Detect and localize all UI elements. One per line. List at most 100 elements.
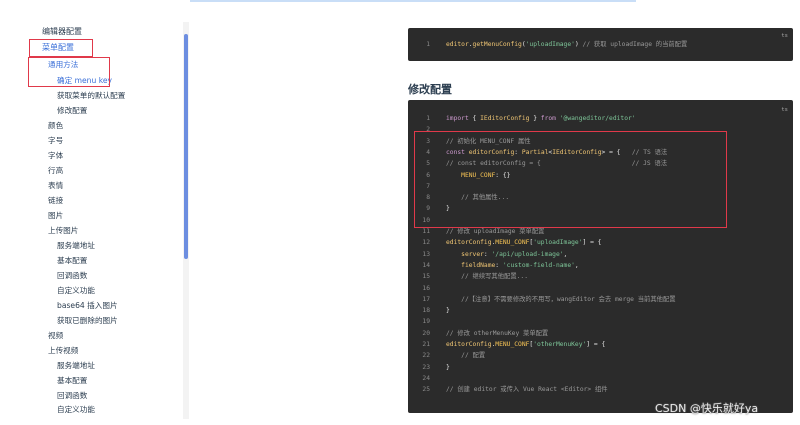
code-token: editor [446, 41, 469, 48]
code-text: } [446, 305, 450, 316]
code-text: // 继续写其他配置... [446, 271, 528, 282]
code-token: 'uploadImage' [525, 41, 575, 48]
watermark: CSDN @快乐就好ya [655, 402, 759, 415]
code-text: //【注意】不需要修改的不用写，wangEditor 会去 merge 当前其他… [446, 294, 676, 305]
code-token: MENU_CONF [495, 239, 530, 247]
code-token: getMenuConfig [472, 41, 522, 48]
sidebar-item[interactable]: 颜色 [48, 121, 63, 131]
sidebar-item[interactable]: 自定义功能 [57, 286, 95, 296]
sidebar-item[interactable]: 视频 [48, 331, 63, 341]
code-token: import [446, 115, 469, 122]
code-token: // 修改 otherMenuKey 菜单配置 [446, 329, 549, 337]
code-token: 'uploadImage' [533, 239, 583, 247]
highlight-box-init-config [414, 131, 727, 228]
code-token: } [446, 307, 450, 315]
sidebar-item[interactable]: 自定义功能 [57, 405, 95, 415]
sidebar-item[interactable]: 获取菜单的默认配置 [57, 91, 125, 101]
code-token: : [483, 250, 492, 258]
line-number: 1 [426, 41, 430, 48]
sidebar-item[interactable]: 基本配置 [57, 256, 87, 266]
line-number: 12 [422, 239, 430, 247]
code-token: editorConfig [446, 341, 492, 348]
code-token: MENU_CONF [495, 341, 530, 348]
code-token: IEditorConfig [480, 115, 530, 122]
code-token: //【注意】不需要修改的不用写，wangEditor 会去 merge 当前其他… [461, 295, 676, 303]
sidebar-item[interactable]: 服务端地址 [57, 361, 95, 371]
code-token: { [468, 115, 481, 122]
code-token: // 继续写其他配置... [461, 273, 528, 281]
sidebar-scrollbar-thumb[interactable] [184, 34, 188, 259]
code-text: server: '/api/upload-image', [446, 249, 567, 260]
line-number: 22 [422, 352, 430, 360]
line-number: 19 [422, 318, 430, 326]
code-token: '/api/upload-image' [491, 250, 564, 258]
line-number: 14 [422, 261, 430, 269]
code-token: , [574, 261, 579, 269]
sidebar-item[interactable]: 链接 [48, 196, 63, 206]
code-token: ] = { [586, 341, 606, 348]
code-token: from [540, 115, 556, 122]
line-number: 16 [422, 284, 430, 292]
sidebar-item[interactable]: 服务端地址 [57, 241, 95, 251]
highlight-box-common-methods [28, 57, 110, 87]
code-token: : [495, 261, 503, 269]
sidebar-item[interactable]: 修改配置 [57, 106, 87, 116]
sidebar-item[interactable]: 获取已删除的图片 [57, 316, 118, 326]
code-token: } [446, 363, 450, 371]
line-number: 25 [422, 386, 430, 394]
section-title: 修改配置 [408, 83, 452, 96]
code-token: '@wangeditor/editor' [559, 115, 636, 122]
code-text: // 修改 otherMenuKey 菜单配置 [446, 328, 548, 339]
code-token: 'otherMenuKey' [533, 341, 587, 348]
sidebar-item[interactable]: 编辑器配置 [42, 27, 82, 37]
code-token: ) [574, 41, 583, 48]
sidebar-item[interactable]: 字体 [48, 151, 63, 161]
code-lang-tag: ts [781, 107, 788, 113]
code-token: 'custom-field-name' [502, 261, 575, 269]
code-token: , [563, 250, 568, 258]
code-token: editorConfig [446, 239, 492, 247]
code-text: editorConfig.MENU_CONF['uploadImage'] = … [446, 237, 601, 248]
code-token: fieldName [461, 261, 496, 269]
line-number: 15 [422, 273, 430, 281]
line-number: 1 [426, 115, 430, 122]
sidebar-item[interactable]: 回调函数 [57, 271, 87, 281]
code-token: // 创建 editor 或传入 Vue React <Editor> 组件 [446, 386, 608, 394]
code-block-get-config: ts 1 editor.getMenuConfig('uploadImage') … [408, 28, 793, 61]
code-token: ] = { [582, 239, 602, 247]
sidebar-item[interactable]: 回调函数 [57, 391, 87, 401]
code-token: // 修改 uploadImage 菜单配置 [446, 228, 545, 235]
code-text: editor.getMenuConfig('uploadImage') // 获… [446, 39, 687, 50]
highlight-box-menu-config [29, 39, 93, 57]
code-token: } [529, 115, 541, 122]
line-number: 17 [422, 295, 430, 303]
sidebar-item[interactable]: 表情 [48, 181, 63, 191]
sidebar-item[interactable]: 字号 [48, 136, 63, 146]
code-text: // 创建 editor 或传入 Vue React <Editor> 组件 [446, 384, 608, 395]
code-token: // 获取 uploadImage 的当前配置 [582, 41, 688, 48]
sidebar-item[interactable]: 行高 [48, 166, 63, 176]
code-lang-tag: ts [781, 33, 788, 39]
sidebar-item[interactable]: 基本配置 [57, 376, 87, 386]
code-token: // 配置 [461, 352, 486, 360]
code-text: // 配置 [446, 350, 485, 361]
line-number: 23 [422, 363, 430, 371]
top-divider [190, 0, 636, 2]
code-token: server [461, 250, 484, 258]
code-text: fieldName: 'custom-field-name', [446, 260, 579, 271]
code-text: } [446, 362, 450, 373]
line-number: 24 [422, 374, 430, 382]
line-number: 20 [422, 329, 430, 337]
sidebar-item[interactable]: base64 插入图片 [57, 301, 118, 311]
line-number: 21 [422, 341, 430, 348]
sidebar-item[interactable]: 图片 [48, 211, 63, 221]
sidebar-item[interactable]: 上传视频 [48, 346, 78, 356]
code-text: import { IEditorConfig } from '@wangedit… [446, 113, 636, 124]
sidebar-item[interactable]: 上传图片 [48, 226, 78, 236]
code-text: editorConfig.MENU_CONF['otherMenuKey'] =… [446, 339, 605, 350]
